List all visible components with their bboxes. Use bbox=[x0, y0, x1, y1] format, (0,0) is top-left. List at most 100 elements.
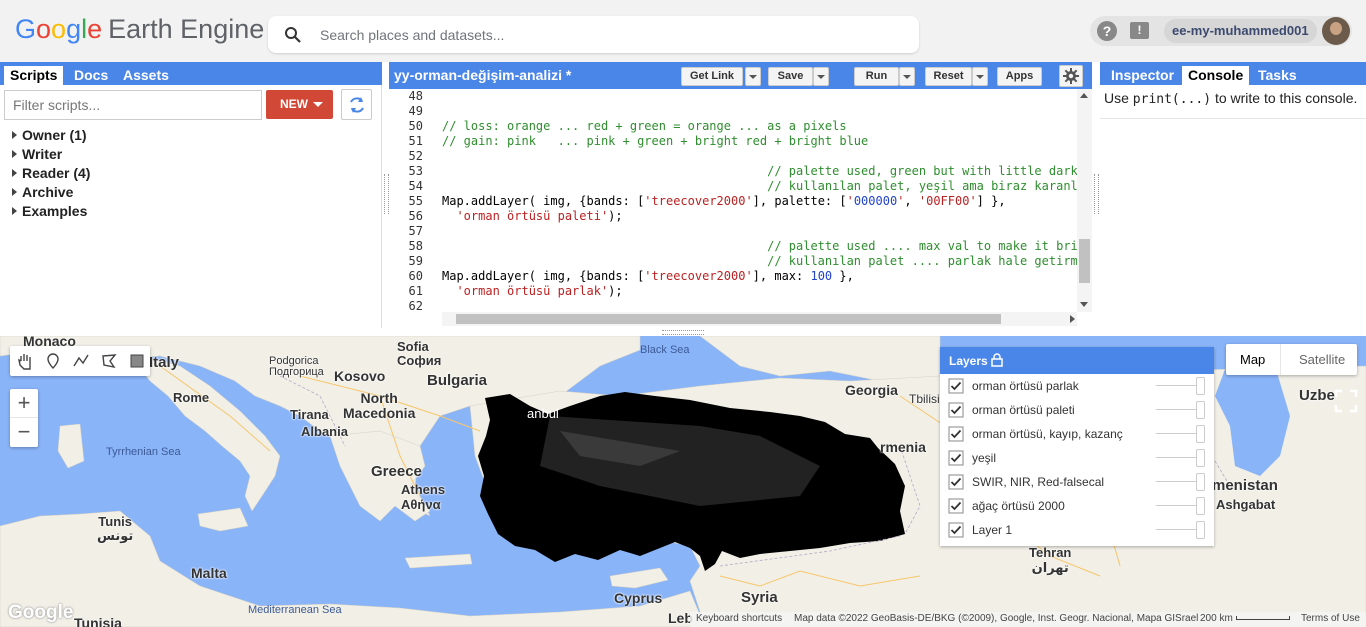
map-view[interactable]: Monaco Italy Podgorica Подгорица Kosovo … bbox=[0, 336, 1366, 627]
layers-header[interactable]: Layers bbox=[940, 347, 1214, 374]
opacity-slider-handle[interactable] bbox=[1196, 473, 1205, 491]
terms-of-use-link[interactable]: Terms of Use bbox=[1301, 613, 1360, 624]
reset-dropdown[interactable] bbox=[972, 67, 988, 86]
opacity-slider-handle[interactable] bbox=[1196, 425, 1205, 443]
opacity-slider-track[interactable] bbox=[1156, 457, 1196, 458]
code-line[interactable]: 58 // palette used .... max val to make … bbox=[389, 239, 1092, 254]
code-line[interactable]: 56 'orman örtüsü paleti'); bbox=[389, 209, 1079, 224]
layer-checkbox[interactable] bbox=[948, 426, 964, 442]
code-line[interactable]: 50 // loss: orange ... red + green = oran… bbox=[389, 119, 1079, 134]
tab-assets[interactable]: Assets bbox=[117, 66, 175, 85]
scroll-thumb[interactable] bbox=[1079, 239, 1090, 283]
tree-item-owner[interactable]: Owner (1) bbox=[12, 126, 90, 145]
layer-checkbox[interactable] bbox=[948, 498, 964, 514]
hand-icon[interactable] bbox=[16, 352, 34, 370]
zoom-out-button[interactable]: − bbox=[10, 418, 38, 447]
opacity-slider-handle[interactable] bbox=[1196, 497, 1205, 515]
code-area[interactable]: 48 49 50 // loss: orange ... red + green = … bbox=[389, 89, 1092, 312]
scroll-thumb[interactable] bbox=[456, 314, 1001, 324]
zoom-in-button[interactable]: + bbox=[10, 389, 38, 418]
right-splitter[interactable] bbox=[1092, 62, 1100, 328]
code-line[interactable]: 57 bbox=[389, 224, 1079, 239]
run-dropdown[interactable] bbox=[899, 67, 915, 86]
opacity-slider-track[interactable] bbox=[1156, 409, 1196, 410]
layer-checkbox[interactable] bbox=[948, 402, 964, 418]
layer-checkbox[interactable] bbox=[948, 450, 964, 466]
search-input[interactable] bbox=[320, 24, 900, 46]
save-dropdown[interactable] bbox=[813, 67, 829, 86]
point-icon[interactable] bbox=[44, 352, 62, 370]
code-line[interactable]: 54 // kullanılan palet, yeşil ama biraz … bbox=[389, 179, 1092, 194]
opacity-slider-track[interactable] bbox=[1156, 385, 1196, 386]
opacity-slider-handle[interactable] bbox=[1196, 377, 1205, 395]
search-bar[interactable] bbox=[268, 16, 919, 53]
scroll-up-icon[interactable] bbox=[1080, 93, 1088, 98]
map-type-map-button[interactable]: Map bbox=[1240, 352, 1265, 367]
map-type-satellite-button[interactable]: Satellite bbox=[1299, 352, 1345, 367]
editor-vertical-scrollbar[interactable] bbox=[1077, 89, 1092, 312]
code-line[interactable]: 53 // palette used, green but with littl… bbox=[389, 164, 1079, 179]
get-link-dropdown[interactable] bbox=[745, 67, 761, 86]
editor-horizontal-scrollbar[interactable] bbox=[442, 312, 1077, 326]
scroll-right-icon[interactable] bbox=[1070, 315, 1075, 323]
google-map-logo: Google bbox=[8, 602, 74, 623]
code-line[interactable]: 60 Map.addLayer( img, {bands: ['treecover… bbox=[389, 269, 1079, 284]
code-line[interactable]: 51 // gain: pink ... pink + green + brigh… bbox=[389, 134, 1079, 149]
tab-inspector[interactable]: Inspector bbox=[1105, 66, 1180, 85]
opacity-slider-handle[interactable] bbox=[1196, 449, 1205, 467]
polygon-icon[interactable] bbox=[100, 352, 118, 370]
tab-docs[interactable]: Docs bbox=[68, 66, 114, 85]
feedback-icon[interactable]: ! bbox=[1130, 22, 1149, 39]
left-splitter[interactable] bbox=[382, 62, 389, 328]
lock-icon[interactable] bbox=[991, 353, 1003, 367]
code-line[interactable]: 49 bbox=[389, 104, 1079, 119]
reset-button[interactable]: Reset bbox=[925, 67, 972, 86]
code-line[interactable]: 52 bbox=[389, 149, 1079, 164]
line-icon[interactable] bbox=[72, 352, 90, 370]
tree-item-examples[interactable]: Examples bbox=[12, 202, 90, 221]
opacity-slider-track[interactable] bbox=[1156, 505, 1196, 506]
code-text: // kullanılan palet, yeşil ama biraz kar… bbox=[767, 179, 1092, 193]
tab-scripts[interactable]: Scripts bbox=[4, 66, 64, 85]
code-line[interactable]: 59 // kullanılan palet .... parlak hale … bbox=[389, 254, 1092, 269]
help-icon[interactable]: ? bbox=[1097, 21, 1117, 41]
layer-checkbox[interactable] bbox=[948, 522, 964, 538]
apps-button[interactable]: Apps bbox=[997, 67, 1042, 86]
opacity-slider-track[interactable] bbox=[1156, 481, 1196, 482]
fullscreen-icon[interactable] bbox=[1333, 388, 1359, 414]
map-label-north-macedonia: North Macedonia bbox=[343, 390, 416, 421]
code-line[interactable]: 55 Map.addLayer( img, {bands: ['treecover… bbox=[389, 194, 1079, 209]
keyboard-shortcuts-link[interactable]: Keyboard shortcuts bbox=[696, 613, 782, 624]
tab-console[interactable]: Console bbox=[1182, 66, 1250, 85]
code-line[interactable]: 48 bbox=[389, 89, 1079, 104]
username-button[interactable]: ee-my-muhammed001 bbox=[1164, 19, 1317, 43]
tree-item-reader[interactable]: Reader (4) bbox=[12, 164, 90, 183]
code-line[interactable]: 62 bbox=[389, 299, 1079, 312]
opacity-slider-track[interactable] bbox=[1156, 529, 1196, 530]
opacity-slider-handle[interactable] bbox=[1196, 521, 1205, 539]
get-link-button[interactable]: Get Link bbox=[681, 67, 743, 86]
opacity-slider-track[interactable] bbox=[1156, 433, 1196, 434]
code-line[interactable]: 61 'orman örtüsü parlak'); bbox=[389, 284, 1079, 299]
layer-checkbox[interactable] bbox=[948, 378, 964, 394]
layer-row: ağaç örtüsü 2000 bbox=[940, 495, 1214, 519]
new-button[interactable]: NEW bbox=[266, 90, 333, 119]
map-splitter[interactable] bbox=[0, 328, 1366, 336]
refresh-button[interactable] bbox=[341, 89, 372, 120]
avatar[interactable] bbox=[1322, 17, 1350, 45]
google-earth-engine-logo[interactable]: Google Earth Engine bbox=[15, 14, 264, 45]
scroll-down-icon[interactable] bbox=[1080, 302, 1088, 307]
filter-scripts-input[interactable] bbox=[4, 90, 262, 120]
tree-item-archive[interactable]: Archive bbox=[12, 183, 90, 202]
run-button[interactable]: Run bbox=[854, 67, 899, 86]
opacity-slider-handle[interactable] bbox=[1196, 401, 1205, 419]
tree-item-writer[interactable]: Writer bbox=[12, 145, 90, 164]
map-label-syria: Syria bbox=[741, 589, 778, 606]
map-type-control: Map Satellite bbox=[1226, 344, 1357, 375]
save-button[interactable]: Save bbox=[768, 67, 813, 86]
tab-tasks[interactable]: Tasks bbox=[1252, 66, 1303, 85]
rectangle-icon[interactable] bbox=[128, 352, 146, 370]
map-label-black-sea: Black Sea bbox=[640, 344, 690, 356]
layer-checkbox[interactable] bbox=[948, 474, 964, 490]
settings-button[interactable] bbox=[1059, 65, 1083, 87]
